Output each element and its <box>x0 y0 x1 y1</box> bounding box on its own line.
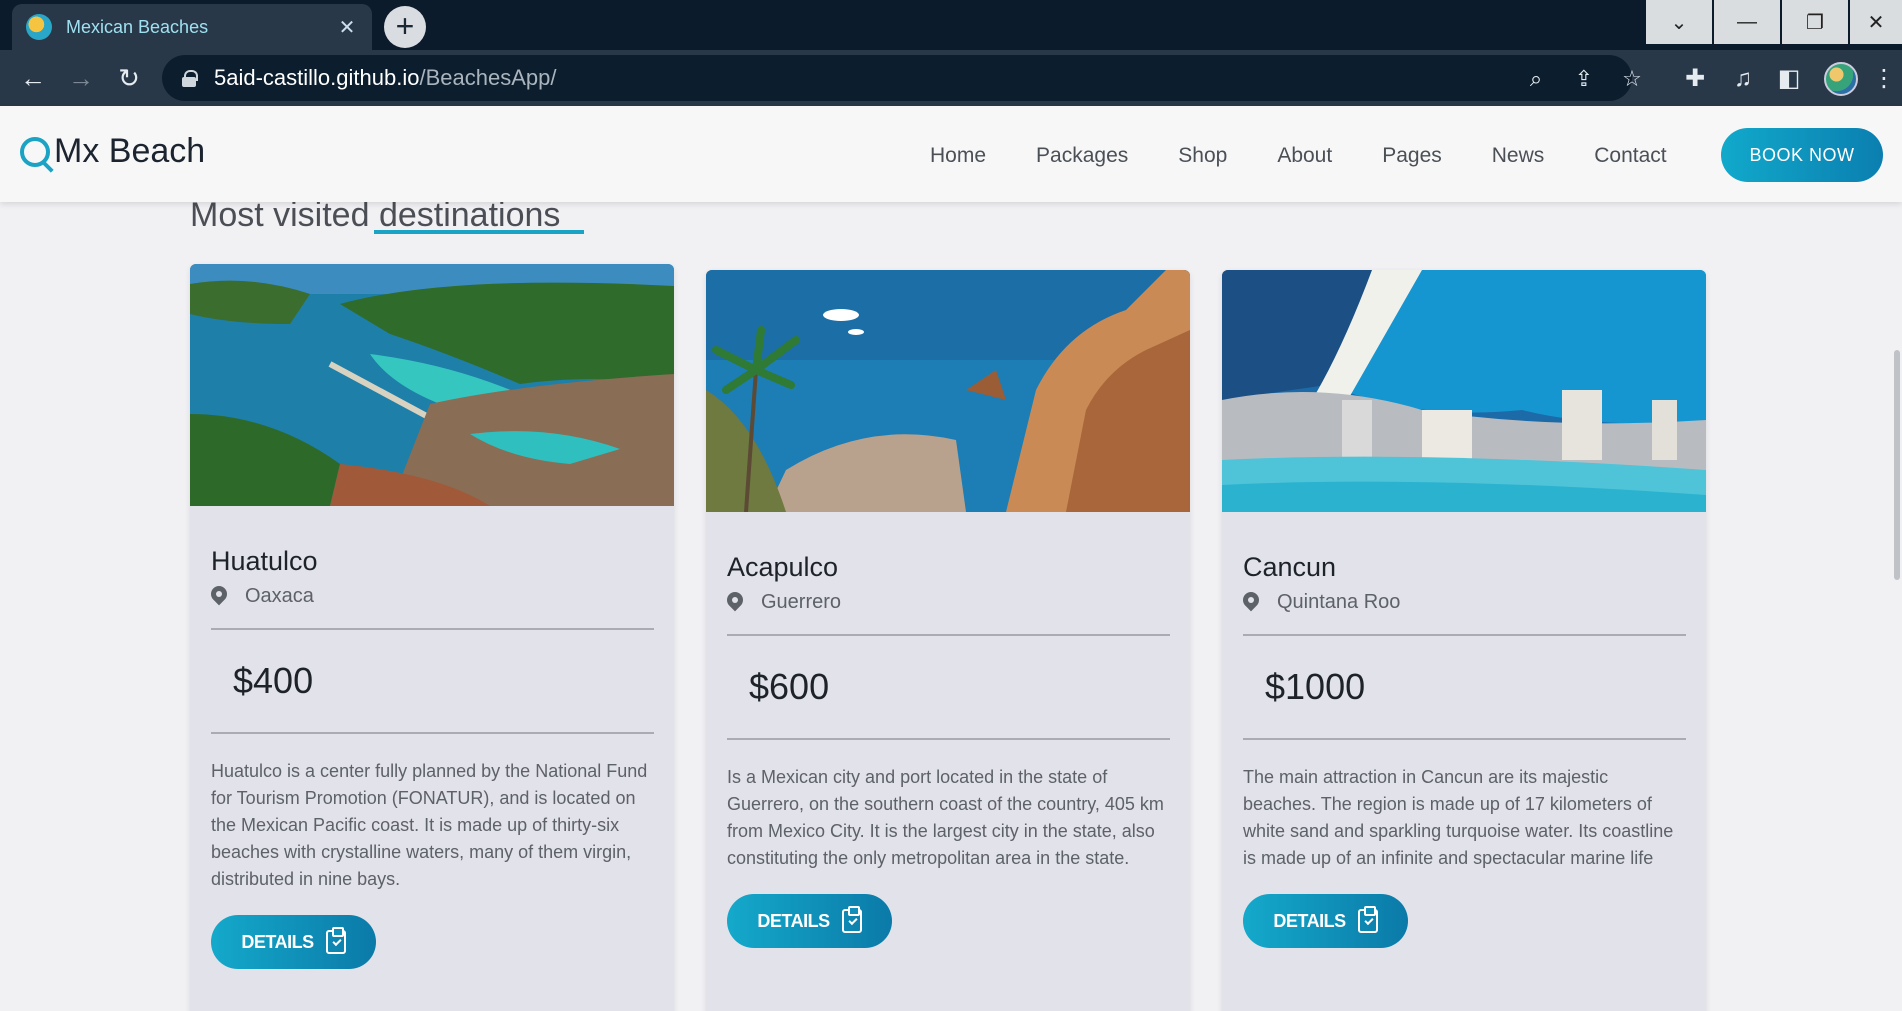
restore-button[interactable]: ❐ <box>1780 0 1848 44</box>
nav-link-contact[interactable]: Contact <box>1594 144 1666 168</box>
forward-button[interactable]: → <box>66 64 96 94</box>
site-favicon-icon <box>26 14 52 40</box>
share-icon[interactable]: ⇪ <box>1570 65 1598 93</box>
details-button-label: DETAILS <box>241 931 314 952</box>
nav-link-pages[interactable]: Pages <box>1382 144 1442 168</box>
logo-icon <box>20 136 50 167</box>
card-description: Huatulco is a center fully planned by th… <box>211 761 648 889</box>
browser-menu-icon[interactable]: ⋮ <box>1872 64 1896 94</box>
details-button-label: DETAILS <box>757 910 830 931</box>
site-header: Mx Beach Home Packages Shop About Pages … <box>0 106 1902 202</box>
card-price: $1000 <box>1265 666 1366 707</box>
title-underline <box>374 230 584 234</box>
url-path: /BeachesApp/ <box>419 65 557 90</box>
card-title: Cancun <box>1243 552 1337 582</box>
browser-toolbar: ← → ↻ 5aid-castillo.github.io/BeachesApp… <box>0 50 1902 106</box>
card-divider <box>727 738 1170 740</box>
card-location-text: Quintana Roo <box>1277 591 1401 613</box>
profile-avatar[interactable] <box>1824 62 1858 96</box>
details-button[interactable]: DETAILS <box>727 894 892 948</box>
card-location-text: Guerrero <box>761 591 842 613</box>
card-price: $600 <box>749 666 830 707</box>
lock-icon[interactable] <box>182 70 198 87</box>
cancun-photo <box>1222 270 1706 512</box>
card-divider <box>1243 738 1686 740</box>
card-location: Oaxaca <box>211 585 654 608</box>
site-logo[interactable]: Mx Beach <box>20 132 205 171</box>
bookmark-star-icon[interactable]: ☆ <box>1618 65 1646 93</box>
nav-link-home[interactable]: Home <box>930 144 986 168</box>
tab-search-button[interactable]: ⌄ <box>1644 0 1712 44</box>
card-location: Quintana Roo <box>1243 591 1686 614</box>
clipboard-check-icon <box>325 927 346 954</box>
address-bar[interactable]: 5aid-castillo.github.io/BeachesApp/ ⌕ ⇪ … <box>162 55 1642 101</box>
main-nav: Home Packages Shop About Pages News Cont… <box>930 144 1717 168</box>
card-title: Huatulco <box>211 546 318 576</box>
page-scrollbar-thumb[interactable] <box>1894 350 1900 580</box>
destination-card-acapulco: Acapulco Guerrero $600 Is a Mexican city… <box>706 270 1190 1011</box>
media-control-icon[interactable]: ♫ <box>1728 64 1758 94</box>
nav-link-about[interactable]: About <box>1277 144 1332 168</box>
tab-title: Mexican Beaches <box>66 16 209 37</box>
nav-link-packages[interactable]: Packages <box>1036 144 1128 168</box>
url-host: 5aid-castillo.github.io <box>214 65 420 90</box>
logo-text: Mx Beach <box>54 132 206 170</box>
huatulco-photo <box>190 264 674 506</box>
destination-card-huatulco: Huatulco Oaxaca $400 Huatulco is a cente… <box>190 264 674 1011</box>
details-button-label: DETAILS <box>1273 910 1346 931</box>
card-title: Acapulco <box>727 552 839 582</box>
card-location-text: Oaxaca <box>245 585 314 607</box>
acapulco-photo <box>706 270 1190 512</box>
card-location: Guerrero <box>727 591 1170 614</box>
browser-tab[interactable]: Mexican Beaches ✕ <box>12 4 372 50</box>
close-tab-icon[interactable]: ✕ <box>336 15 358 40</box>
new-tab-button[interactable]: + <box>384 6 426 48</box>
side-panel-icon[interactable]: ◧ <box>1774 64 1804 94</box>
card-description: The main attraction in Cancun are its ma… <box>1243 767 1674 868</box>
page-scrollbar[interactable] <box>1890 202 1902 1011</box>
book-now-button[interactable]: BOOK NOW <box>1721 128 1883 182</box>
reload-button[interactable]: ↻ <box>114 64 144 94</box>
clipboard-check-icon <box>1357 906 1378 933</box>
nav-link-news[interactable]: News <box>1492 144 1545 168</box>
details-button[interactable]: DETAILS <box>211 915 376 969</box>
destination-card-cancun: Cancun Quintana Roo $1000 The main attra… <box>1222 270 1706 1011</box>
details-button[interactable]: DETAILS <box>1243 894 1408 948</box>
location-pin-icon <box>211 586 227 608</box>
close-window-button[interactable]: ✕ <box>1848 0 1902 44</box>
location-pin-icon <box>727 592 743 614</box>
card-divider <box>211 732 654 734</box>
browser-tab-strip: Mexican Beaches ✕ + ⌄ — ❐ ✕ <box>0 0 1902 50</box>
card-price: $400 <box>233 660 314 701</box>
back-button[interactable]: ← <box>18 64 48 94</box>
clipboard-check-icon <box>841 906 862 933</box>
location-pin-icon <box>1243 592 1259 614</box>
nav-link-shop[interactable]: Shop <box>1178 144 1227 168</box>
zoom-icon[interactable]: ⌕ <box>1522 65 1550 93</box>
extensions-icon[interactable]: ✚ <box>1680 64 1710 94</box>
card-description: Is a Mexican city and port located in th… <box>727 767 1164 868</box>
minimize-button[interactable]: — <box>1712 0 1780 44</box>
